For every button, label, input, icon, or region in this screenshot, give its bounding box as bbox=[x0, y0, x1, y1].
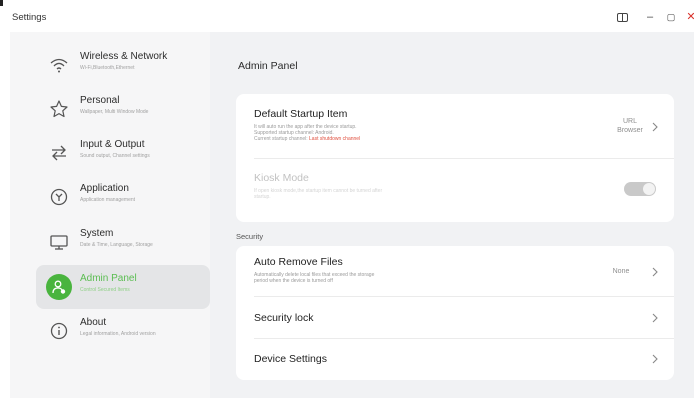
sidebar-item-subtitle: Control Secured Items bbox=[80, 287, 130, 293]
window-corner-mark bbox=[0, 0, 3, 6]
minimize-button[interactable]: – bbox=[643, 10, 657, 24]
startup-value-line: Browser bbox=[617, 127, 643, 134]
title-bar: Settings – ▢ ✕ bbox=[0, 0, 694, 32]
swap-arrows-icon bbox=[48, 142, 70, 164]
kiosk-mode-label: Kiosk Mode bbox=[254, 172, 309, 184]
sidebar-item-admin-panel[interactable]: Admin Panel Control Secured Items bbox=[36, 265, 210, 309]
auto-remove-files-row[interactable]: Auto Remove Files Automatically delete l… bbox=[236, 246, 674, 296]
kiosk-mode-description: If open kiosk mode,the startup item cann… bbox=[254, 188, 454, 200]
sidebar-item-application[interactable]: Application Application management bbox=[36, 175, 210, 219]
default-startup-label: Default Startup Item bbox=[254, 108, 348, 120]
security-card: Auto Remove Files Automatically delete l… bbox=[236, 246, 674, 380]
chevron-right-icon bbox=[652, 122, 658, 132]
sidebar-item-label: Application bbox=[80, 183, 129, 194]
sidebar-item-label: System bbox=[80, 228, 114, 239]
security-lock-label: Security lock bbox=[254, 312, 314, 324]
last-shutdown-channel-link: Last shutdown channel bbox=[309, 136, 361, 142]
sidebar-item-system[interactable]: System Date & Time, Language, Storage bbox=[36, 220, 210, 264]
auto-remove-files-description: Automatically delete local files that ex… bbox=[254, 272, 454, 284]
window-frame bbox=[0, 32, 10, 398]
sidebar-item-subtitle: Date & Time, Language, Storage bbox=[80, 242, 153, 248]
default-startup-row[interactable]: Default Startup Item It will auto run th… bbox=[236, 94, 674, 158]
chevron-right-icon bbox=[652, 313, 658, 323]
wifi-icon bbox=[48, 54, 70, 76]
description-line: Current startup channel: bbox=[254, 136, 310, 142]
window-title: Settings bbox=[12, 12, 47, 23]
security-section-label: Security bbox=[236, 232, 264, 241]
security-lock-row[interactable]: Security lock bbox=[236, 296, 674, 338]
description-line: startup. bbox=[254, 194, 271, 200]
sidebar-item-subtitle: Wi-Fi,Bluetooth,Ethernet bbox=[80, 65, 135, 71]
page-title: Admin Panel bbox=[238, 60, 298, 72]
close-button[interactable]: ✕ bbox=[684, 10, 694, 24]
toggle-knob bbox=[643, 183, 655, 195]
sidebar-item-subtitle: Application management bbox=[80, 197, 136, 203]
main-content: Admin Panel Default Startup Item It will… bbox=[210, 32, 694, 398]
sidebar: Wireless & Network Wi-Fi,Bluetooth,Ether… bbox=[10, 32, 210, 398]
startup-card: Default Startup Item It will auto run th… bbox=[236, 94, 674, 222]
admin-user-icon bbox=[46, 274, 72, 300]
chevron-right-icon bbox=[652, 267, 658, 277]
maximize-button[interactable]: ▢ bbox=[664, 10, 678, 24]
sidebar-item-label: Personal bbox=[80, 95, 120, 106]
monitor-icon bbox=[48, 231, 70, 253]
description-line: period when the device is turned off bbox=[254, 278, 333, 284]
sidebar-item-subtitle: Sound output, Channel settings bbox=[80, 153, 150, 159]
application-icon bbox=[48, 186, 70, 208]
device-settings-row[interactable]: Device Settings bbox=[236, 338, 674, 380]
sidebar-item-subtitle: Wallpaper, Multi Window Mode bbox=[80, 109, 149, 115]
kiosk-mode-toggle[interactable] bbox=[624, 182, 656, 196]
device-settings-label: Device Settings bbox=[254, 353, 327, 365]
star-icon bbox=[48, 98, 70, 120]
sidebar-item-wireless[interactable]: Wireless & Network Wi-Fi,Bluetooth,Ether… bbox=[36, 43, 210, 87]
sidebar-item-label: Admin Panel bbox=[80, 273, 137, 284]
auto-remove-files-label: Auto Remove Files bbox=[254, 256, 343, 268]
sidebar-item-label: About bbox=[80, 317, 107, 328]
startup-value: URL Browser bbox=[610, 117, 650, 135]
info-icon bbox=[48, 320, 70, 342]
startup-value-line: URL bbox=[622, 118, 637, 125]
sidebar-item-personal[interactable]: Personal Wallpaper, Multi Window Mode bbox=[36, 87, 210, 131]
auto-remove-files-value: None bbox=[612, 268, 630, 275]
sidebar-item-label: Input & Output bbox=[80, 139, 145, 150]
sidebar-item-input-output[interactable]: Input & Output Sound output, Channel set… bbox=[36, 131, 210, 175]
sidebar-item-about[interactable]: About Legal information, Android version bbox=[36, 309, 210, 353]
sidebar-item-subtitle: Legal information, Android version bbox=[80, 331, 156, 337]
chevron-right-icon bbox=[652, 354, 658, 364]
default-startup-description: It will auto run the app after the devic… bbox=[254, 124, 454, 142]
sidebar-item-label: Wireless & Network bbox=[80, 51, 168, 62]
kiosk-mode-row: Kiosk Mode If open kiosk mode,the startu… bbox=[236, 158, 674, 222]
split-window-icon[interactable] bbox=[615, 10, 629, 24]
